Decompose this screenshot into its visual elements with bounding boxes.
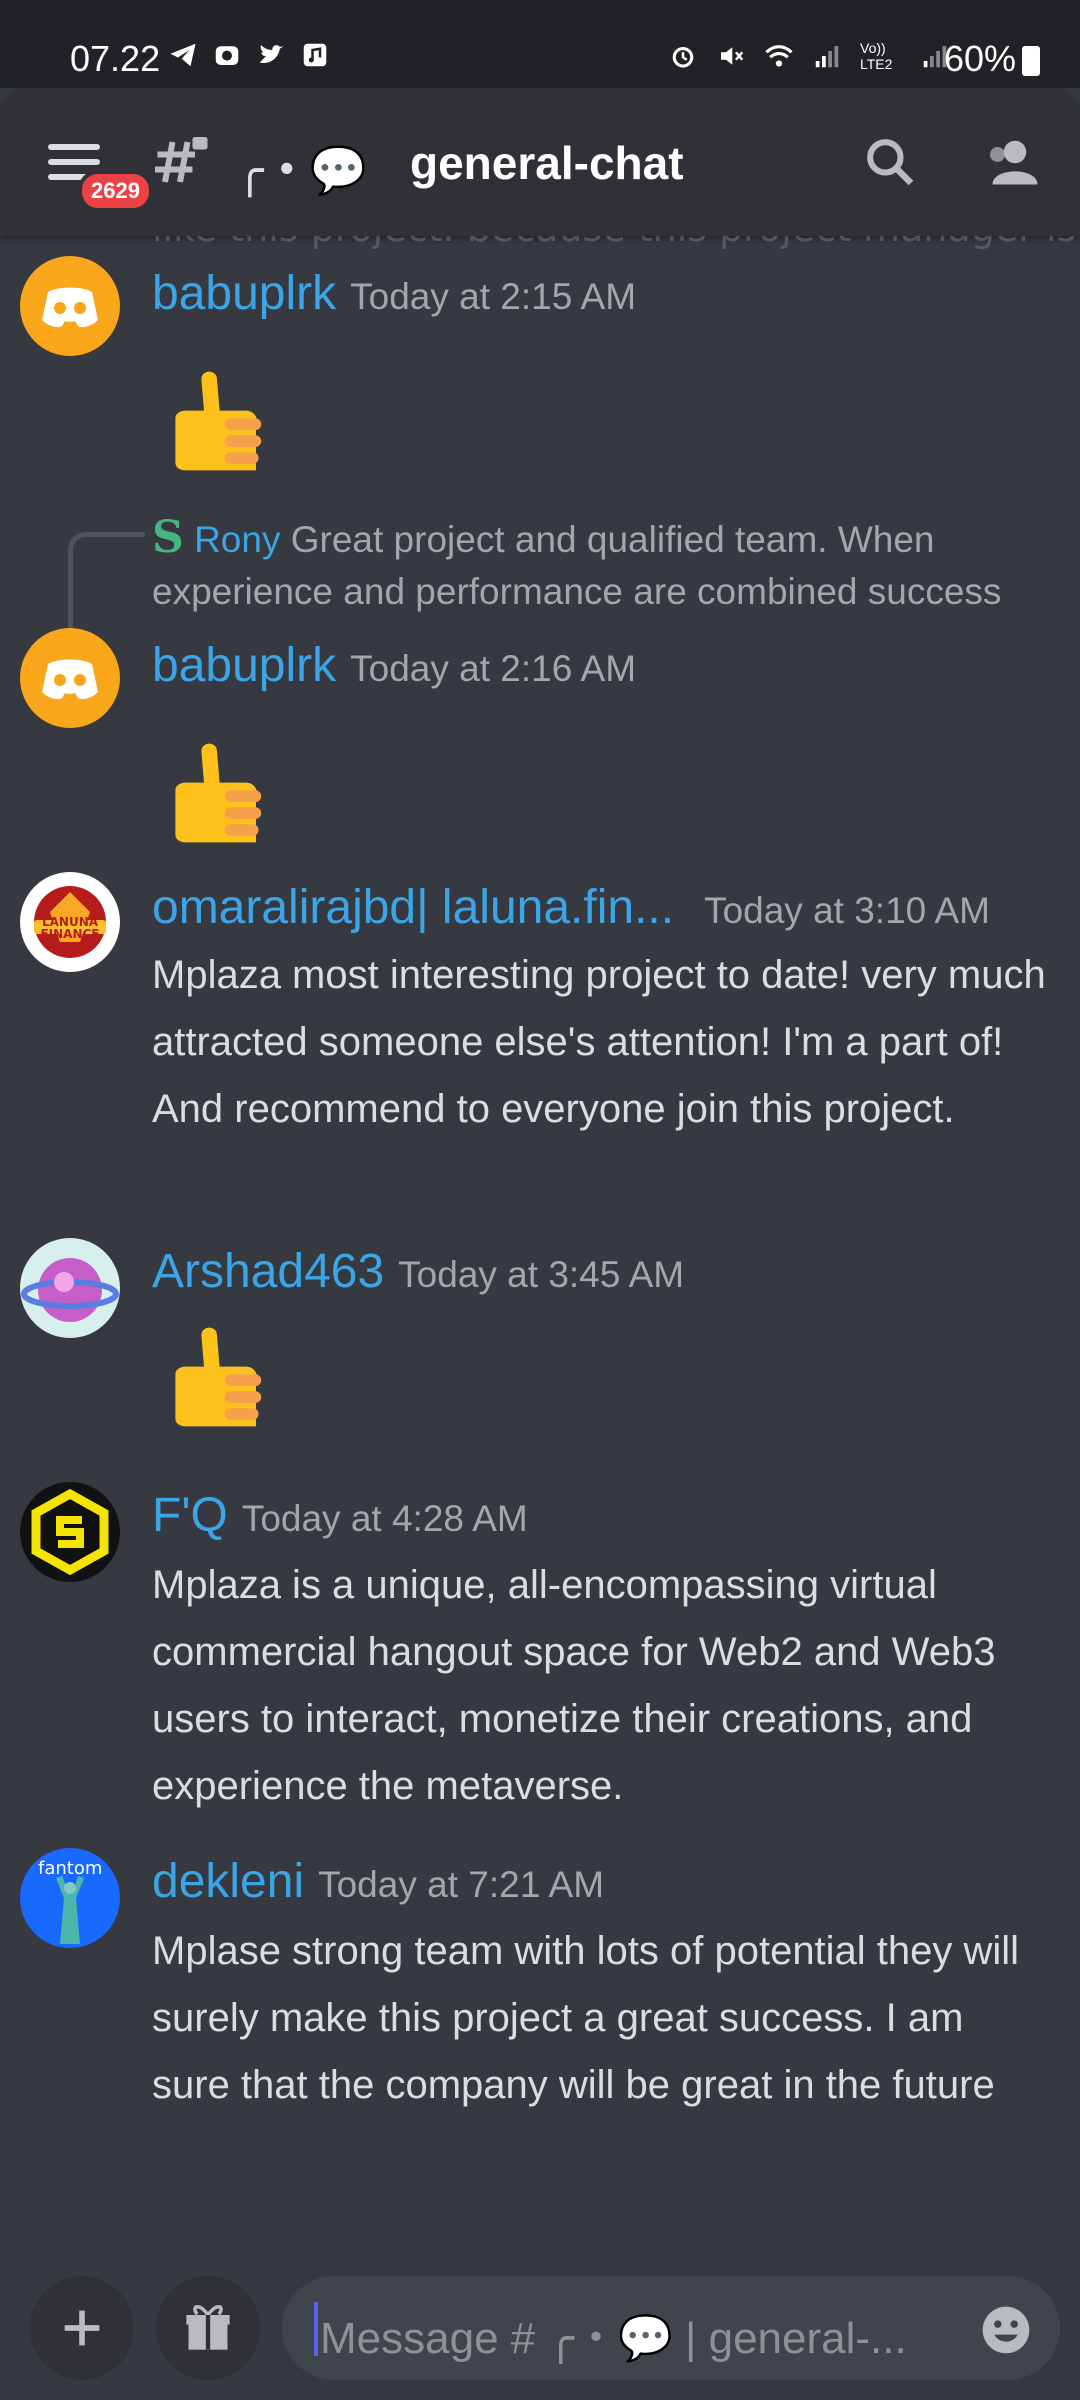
- avatar[interactable]: [20, 256, 120, 356]
- previous-message-text: like this project. because this project …: [152, 236, 1076, 250]
- username[interactable]: babuplrk Today at 2:15 AM: [152, 266, 636, 321]
- username-text[interactable]: babuplrk: [152, 639, 336, 692]
- discord-logo-icon: [42, 659, 98, 700]
- text-cursor: [314, 2302, 318, 2356]
- channel-prefix: ╭・💬: [236, 143, 367, 197]
- battery-percent: 60%: [943, 38, 1016, 79]
- username[interactable]: omaralirajbd| laluna.fin... Today at 3:10…: [152, 880, 990, 935]
- avatar[interactable]: [20, 628, 120, 728]
- network-label: Vo)) LTE2: [860, 40, 893, 72]
- reply-excerpt: Great project and qualified team. When e…: [152, 519, 1002, 612]
- avatar[interactable]: fantom: [20, 1848, 120, 1948]
- message-text: Mplaza is a unique, all-encompassing vir…: [152, 1563, 996, 1808]
- telegram-icon: [170, 43, 196, 67]
- members-icon[interactable]: [980, 132, 1040, 192]
- avatar-text: LANUNA FINANCE: [40, 915, 100, 941]
- reply-preview[interactable]: S Rony Great project and qualified team.…: [152, 512, 1052, 618]
- signal-icon-1: [815, 46, 839, 68]
- username[interactable]: babuplrk Today at 2:16 AM: [152, 638, 636, 693]
- thumbs-up-icon: [175, 743, 262, 843]
- timestamp: Today at 2:15 AM: [350, 276, 637, 317]
- battery-icon: [1022, 46, 1040, 77]
- discord-logo-icon: [42, 287, 98, 328]
- wifi-icon: [765, 45, 793, 67]
- message-text: Mplaza most interesting project to date!…: [152, 953, 1046, 1131]
- thumbs-up-icon: [175, 1327, 262, 1427]
- message-input-placeholder: Message # ╭・💬 | general-...: [320, 2314, 907, 2363]
- avatar[interactable]: [20, 1238, 120, 1338]
- message-text: Mplase strong team with lots of potentia…: [152, 1929, 1020, 2107]
- username-text[interactable]: F'Q: [152, 1489, 228, 1542]
- timestamp: Today at 4:28 AM: [241, 1498, 528, 1539]
- plus-icon: [64, 2310, 100, 2346]
- message-list[interactable]: like this project. because this project …: [0, 236, 1080, 2256]
- camera-app-icon: [215, 46, 239, 65]
- mute-icon: [721, 47, 744, 65]
- alarm-icon: [672, 46, 694, 68]
- timestamp: Today at 3:10 AM: [704, 890, 990, 931]
- avatar-text: fantom: [38, 1858, 103, 1879]
- emoji-picker-icon[interactable]: [978, 2302, 1034, 2358]
- planet-avatar-icon: [21, 1258, 119, 1322]
- timestamp: Today at 3:45 AM: [398, 1254, 685, 1295]
- status-bar: 07.22 Vo)) LTE2 60%: [0, 0, 1080, 88]
- reply-username[interactable]: Rony: [194, 519, 280, 560]
- hexagon-s-logo-icon: [31, 1488, 109, 1576]
- reply-connector: [68, 532, 145, 629]
- reply-avatar-icon: S: [152, 512, 184, 563]
- message-composer: Message # ╭・💬 | general-...: [0, 2256, 1080, 2400]
- battery-level: 60%: [944, 38, 1040, 80]
- thumbs-up-icon: [175, 371, 262, 471]
- username-text[interactable]: omaralirajbd| laluna.fin...: [152, 881, 674, 934]
- gift-button[interactable]: [156, 2276, 260, 2380]
- channel-header: 2629 ╭・💬 general-chat: [0, 88, 1080, 236]
- status-right-icons: Vo)) LTE2: [668, 40, 950, 72]
- username-text[interactable]: dekleni: [152, 1855, 304, 1908]
- message-input[interactable]: Message # ╭・💬 | general-...: [282, 2276, 1060, 2380]
- status-left-icons: [168, 40, 330, 70]
- avatar[interactable]: [20, 1482, 120, 1582]
- channel-name[interactable]: general-chat: [410, 136, 684, 190]
- status-time: 07.22: [70, 38, 161, 79]
- twitter-icon: [259, 45, 284, 64]
- username-text[interactable]: babuplrk: [152, 267, 336, 320]
- username-text[interactable]: Arshad463: [152, 1245, 384, 1298]
- gift-icon: [186, 2305, 230, 2350]
- timestamp: Today at 2:16 AM: [350, 648, 637, 689]
- add-attachment-button[interactable]: [30, 2276, 134, 2380]
- search-icon[interactable]: [862, 134, 918, 190]
- timestamp: Today at 7:21 AM: [318, 1864, 605, 1905]
- username[interactable]: F'Q Today at 4:28 AM: [152, 1488, 528, 1543]
- username[interactable]: dekleni Today at 7:21 AM: [152, 1854, 604, 1909]
- avatar[interactable]: LANUNA FINANCE: [20, 872, 120, 972]
- notification-badge: 2629: [78, 170, 153, 212]
- locked-channel-hash-icon: [155, 137, 208, 183]
- music-app-icon: [303, 43, 327, 67]
- username[interactable]: Arshad463 Today at 3:45 AM: [152, 1244, 684, 1299]
